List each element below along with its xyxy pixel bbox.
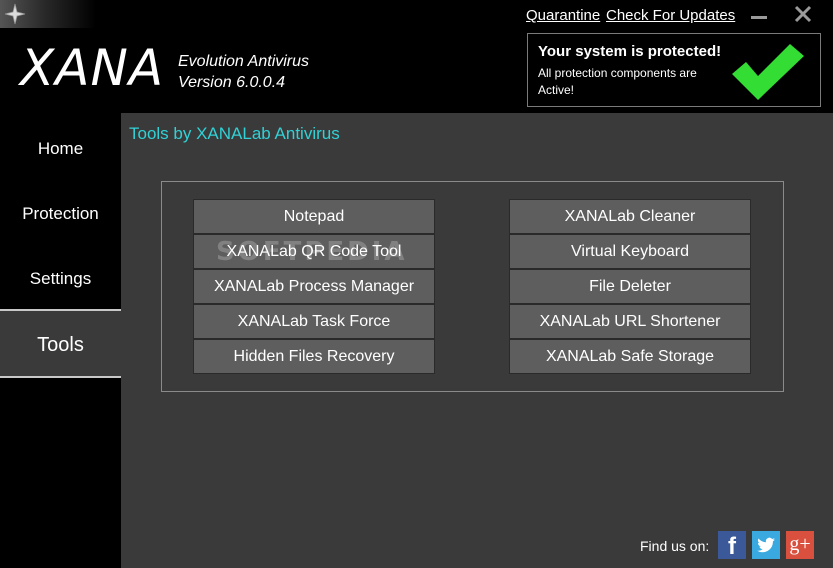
task-force-button[interactable]: XANALab Task Force — [193, 304, 435, 339]
cleaner-button[interactable]: XANALab Cleaner — [509, 199, 751, 234]
notepad-button[interactable]: Notepad — [193, 199, 435, 234]
quarantine-link[interactable]: Quarantine — [526, 7, 600, 24]
url-shortener-button[interactable]: XANALab URL Shortener — [509, 304, 751, 339]
app-icon[interactable] — [0, 0, 96, 28]
facebook-button[interactable]: f — [718, 531, 746, 560]
find-us-label: Find us on: — [640, 538, 710, 554]
page-title: Tools by XANALab Antivirus — [129, 124, 340, 143]
twitter-button[interactable] — [752, 531, 780, 559]
close-icon — [794, 5, 812, 23]
status-subtitle: All protection components are Active! — [538, 66, 697, 97]
minimize-button[interactable] — [747, 2, 771, 26]
product-version: Version 6.0.0.4 — [178, 74, 286, 91]
google-plus-button[interactable]: g+ — [786, 531, 814, 559]
star-icon — [4, 3, 26, 25]
twitter-icon — [757, 537, 775, 553]
google-plus-icon: g+ — [789, 533, 811, 555]
process-manager-button[interactable]: XANALab Process Manager — [193, 269, 435, 304]
protection-status-panel: Your system is protected! All protection… — [527, 33, 821, 107]
qr-code-tool-button[interactable]: XANALab QR Code Tool — [193, 234, 435, 269]
sidebar-item-protection[interactable]: Protection — [0, 181, 121, 247]
safe-storage-button[interactable]: XANALab Safe Storage — [509, 339, 751, 374]
status-title: Your system is protected! — [538, 43, 722, 60]
virtual-keyboard-button[interactable]: Virtual Keyboard — [509, 234, 751, 269]
sidebar-item-tools[interactable]: Tools — [0, 309, 121, 378]
tools-frame: Notepad XANALab QR Code Tool XANALab Pro… — [161, 181, 784, 392]
product-name: Evolution Antivirus — [178, 53, 310, 70]
product-edition: Evolution Antivirus Version 6.0.0.4 — [178, 51, 309, 93]
close-button[interactable] — [791, 2, 815, 26]
app-logo: XANA — [20, 39, 165, 97]
check-updates-link[interactable]: Check For Updates — [606, 7, 735, 24]
file-deleter-button[interactable]: File Deleter — [509, 269, 751, 304]
facebook-icon: f — [728, 533, 736, 560]
sidebar-item-settings[interactable]: Settings — [0, 246, 121, 312]
checkmark-icon — [732, 44, 804, 100]
minimize-icon — [751, 16, 767, 19]
main-panel: Tools by XANALab Antivirus Notepad XANAL… — [121, 113, 833, 568]
header: XANA Evolution Antivirus Version 6.0.0.4… — [0, 0, 833, 113]
sidebar: Home Protection Settings Tools — [0, 113, 121, 568]
sidebar-item-home[interactable]: Home — [0, 116, 121, 182]
hidden-files-recovery-button[interactable]: Hidden Files Recovery — [193, 339, 435, 374]
